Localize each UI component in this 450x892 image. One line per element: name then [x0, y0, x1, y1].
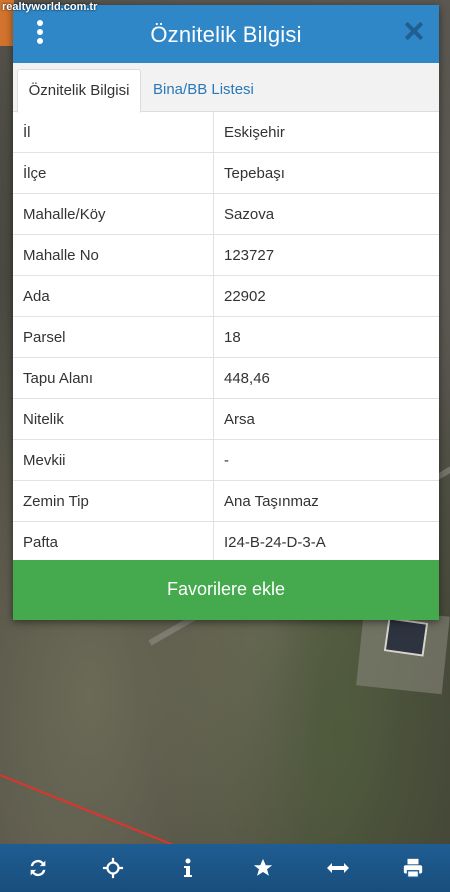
attribute-key: Nitelik: [13, 398, 214, 440]
table-row: Pafta I24-B-24-D-3-A: [13, 521, 439, 563]
watermark: realtyworld.com.tr: [2, 1, 98, 13]
attribute-value: -: [213, 439, 439, 481]
dialog-header: Öznitelik Bilgisi: [13, 5, 439, 63]
attribute-key: Ada: [13, 275, 214, 317]
close-icon[interactable]: [403, 20, 425, 42]
table-row: Zemin Tip Ana Taşınmaz: [13, 480, 439, 522]
attribute-value: 22902: [213, 275, 439, 317]
attribute-value: I24-B-24-D-3-A: [213, 521, 439, 563]
table-row: Mahalle/Köy Sazova: [13, 193, 439, 235]
table-row: İl Eskişehir: [13, 112, 439, 153]
attribute-value: Eskişehir: [213, 112, 439, 153]
measure-icon[interactable]: [318, 848, 358, 888]
attribute-value: Sazova: [213, 193, 439, 235]
table-row: Tapu Alanı 448,46: [13, 357, 439, 399]
attribute-table: İl Eskişehir İlçe Tepebaşı Mahalle/Köy Sazova…: [13, 112, 439, 563]
attribute-key: Pafta: [13, 521, 214, 563]
attribute-key: Mahalle No: [13, 234, 214, 276]
print-icon[interactable]: [393, 848, 433, 888]
attribute-value: Arsa: [213, 398, 439, 440]
table-row: Ada 22902: [13, 275, 439, 317]
attribute-key: Mevkii: [13, 439, 214, 481]
refresh-icon[interactable]: [18, 848, 58, 888]
attribute-value: 448,46: [213, 357, 439, 399]
table-row: Parsel 18: [13, 316, 439, 358]
add-favorite-button[interactable]: Favorilere ekle: [13, 560, 439, 620]
attribute-dialog: Öznitelik Bilgisi Öznitelik Bilgisi Bina…: [13, 5, 439, 620]
attribute-key: Mahalle/Köy: [13, 193, 214, 235]
attribute-key: İl: [13, 112, 214, 153]
tab-bar: Öznitelik Bilgisi Bina/BB Listesi: [13, 63, 439, 113]
attribute-value: 18: [213, 316, 439, 358]
table-row: Nitelik Arsa: [13, 398, 439, 440]
tab-building-list[interactable]: Bina/BB Listesi: [153, 69, 254, 111]
info-icon[interactable]: [168, 848, 208, 888]
move-icon[interactable]: [93, 848, 133, 888]
dialog-title: Öznitelik Bilgisi: [150, 22, 302, 47]
map-building: [383, 617, 429, 657]
attribute-value: Ana Taşınmaz: [213, 480, 439, 522]
attribute-key: Parsel: [13, 316, 214, 358]
attribute-key: Zemin Tip: [13, 480, 214, 522]
tab-attribute-info[interactable]: Öznitelik Bilgisi: [17, 69, 141, 113]
attribute-key: İlçe: [13, 152, 214, 194]
attribute-value: Tepebaşı: [213, 152, 439, 194]
table-row: Mahalle No 123727: [13, 234, 439, 276]
attribute-key: Tapu Alanı: [13, 357, 214, 399]
table-row: Mevkii -: [13, 439, 439, 481]
bottom-toolbar: [0, 844, 450, 892]
attribute-value: 123727: [213, 234, 439, 276]
star-icon[interactable]: [243, 848, 283, 888]
table-row: İlçe Tepebaşı: [13, 152, 439, 194]
